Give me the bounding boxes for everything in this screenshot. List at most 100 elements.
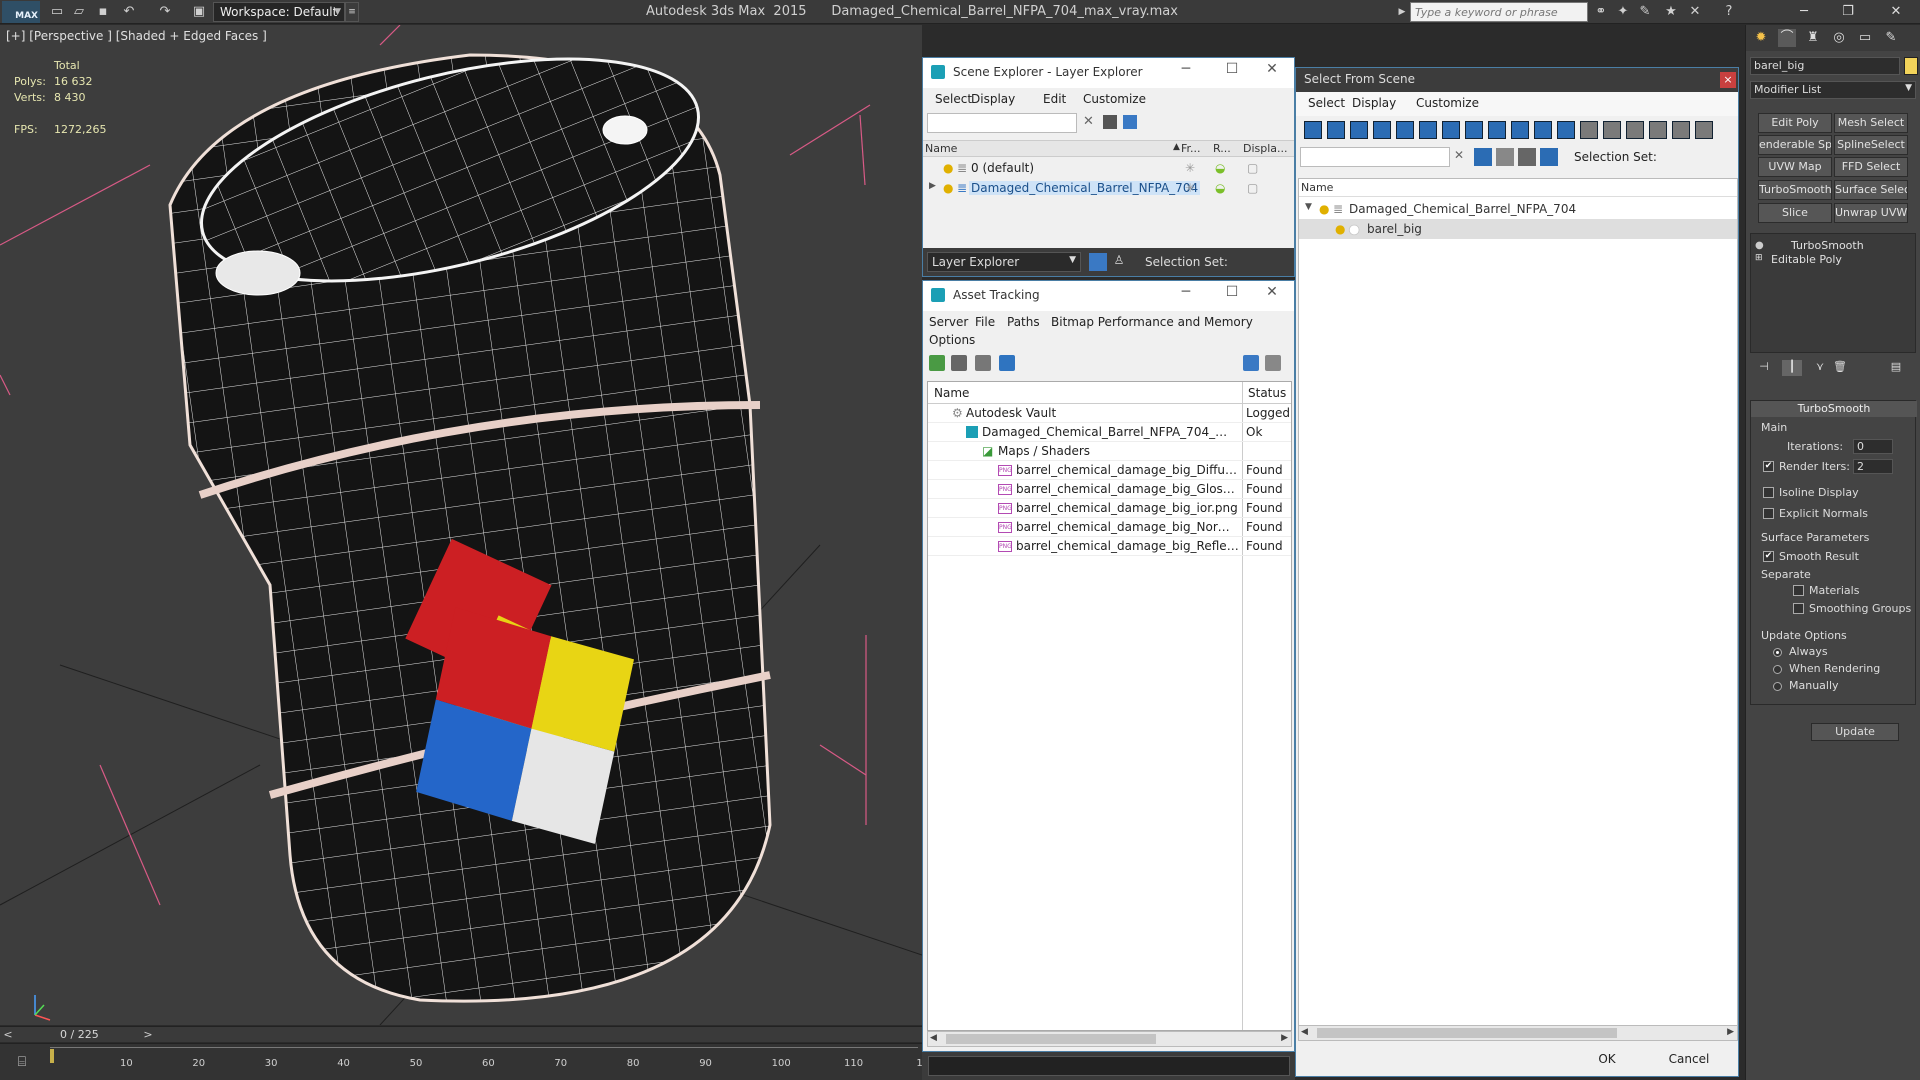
menu-file[interactable]: File — [975, 315, 995, 329]
communication-icon[interactable]: ✎ — [1636, 3, 1654, 21]
expand-box-icon[interactable]: ⊞ — [1755, 253, 1763, 263]
scrollbar-thumb[interactable] — [946, 1034, 1156, 1044]
close-icon[interactable]: × — [1720, 72, 1736, 88]
always-radio[interactable] — [1773, 648, 1782, 657]
track-bar[interactable]: ⌸ 10203040506070809010011012 — [0, 1043, 929, 1080]
edit-poly-button[interactable]: Edit Poly — [1758, 113, 1832, 133]
light-bulb-icon[interactable]: ● — [943, 181, 953, 195]
filter-geometry-icon[interactable] — [1304, 121, 1322, 139]
project-folder-icon[interactable]: ▣ — [190, 3, 208, 21]
perspective-viewport[interactable]: [+] [Perspective ] [Shaded + Edged Faces… — [0, 25, 922, 1025]
render-teapot-icon[interactable]: ◒ — [1215, 181, 1225, 195]
pin-stack-icon[interactable]: ⊣ — [1754, 360, 1774, 376]
menu-bitmap-performance[interactable]: Bitmap Performance and Memory — [1051, 315, 1253, 329]
smooth-result-checkbox[interactable]: ✔ — [1763, 551, 1774, 562]
materials-checkbox[interactable] — [1793, 585, 1804, 596]
settings-icon[interactable] — [1265, 355, 1281, 371]
scroll-left-icon[interactable]: ◀ — [930, 1033, 937, 1043]
maximize-window-icon[interactable]: ❐ — [1830, 2, 1866, 22]
time-cursor[interactable] — [50, 1049, 54, 1063]
clear-icon[interactable]: ✕ — [1454, 148, 1464, 162]
open-file-icon[interactable]: ▱ — [70, 3, 88, 21]
filter-sort-icon[interactable] — [1672, 121, 1690, 139]
scroll-right-icon[interactable]: ▶ — [1281, 1033, 1288, 1043]
table-row[interactable]: Damaged_Chemical_Barrel_NFPA_704_max_vr.… — [928, 423, 1291, 442]
workspace-menu-button[interactable]: ≡ — [345, 2, 359, 22]
light-bulb-icon[interactable]: ● — [1755, 240, 1764, 251]
minimize-icon[interactable]: ─ — [1173, 61, 1199, 77]
render-iters-checkbox[interactable]: ✔ — [1763, 461, 1774, 472]
filter-groups-icon[interactable] — [1442, 121, 1460, 139]
column-name[interactable]: Name — [925, 142, 957, 155]
filter-xrefs-icon[interactable] — [1465, 121, 1483, 139]
horizontal-scrollbar[interactable]: ◀ ▶ — [927, 1031, 1292, 1047]
renderable-spline-button[interactable]: enderable Splir — [1758, 135, 1832, 155]
hierarchy-icon[interactable]: ♙ — [1111, 253, 1127, 271]
clear-icon[interactable]: ✕ — [1083, 114, 1094, 129]
save-icon[interactable]: ▪ — [94, 3, 112, 21]
column-renderable[interactable]: R... — [1213, 142, 1231, 155]
mesh-select-button[interactable]: Mesh Select — [1834, 113, 1908, 133]
frame-counter[interactable]: 0 / 225 — [60, 1028, 99, 1041]
search-input[interactable]: Type a keyword or phrase — [1410, 2, 1588, 22]
configure-modifier-sets-icon[interactable]: ▤ — [1886, 360, 1906, 376]
search-expand-icon[interactable]: ▶ — [1393, 3, 1411, 21]
layer-row[interactable]: ▶ ● ≣ Damaged_Chemical_Barrel_NFPA_704 ✳… — [923, 178, 1294, 198]
table-row[interactable]: PNG barrel_chemical_damage_big_Diffuse.p… — [928, 461, 1291, 480]
light-bulb-icon[interactable]: ● — [1319, 202, 1329, 216]
display-tab-icon[interactable]: ▭ — [1856, 29, 1874, 47]
display-box-icon[interactable]: ▢ — [1247, 161, 1258, 175]
expand-arrow-icon[interactable]: ▶ — [929, 181, 936, 191]
light-bulb-icon[interactable]: ● — [1335, 222, 1345, 236]
stack-item-turbosmooth[interactable]: TurboSmooth — [1791, 239, 1864, 252]
menu-customize[interactable]: Customize — [1416, 96, 1479, 110]
utilities-tab-icon[interactable]: ✎ — [1882, 29, 1900, 47]
surface-select-button[interactable]: Surface Select — [1834, 180, 1908, 200]
filter-containers-icon[interactable] — [1511, 121, 1529, 139]
column-name[interactable]: Name — [934, 386, 969, 400]
help-icon[interactable]: ? — [1720, 3, 1738, 21]
layer-name[interactable]: Damaged_Chemical_Barrel_NFPA_704 — [1349, 202, 1576, 216]
filter-frozen-icon[interactable] — [1534, 121, 1552, 139]
smoothing-groups-checkbox[interactable] — [1793, 603, 1804, 614]
maximize-icon[interactable]: ☐ — [1219, 61, 1245, 77]
filter-invert-icon[interactable] — [1626, 121, 1644, 139]
table-row[interactable]: PNG barrel_chemical_damage_big_Reflectio… — [928, 537, 1291, 556]
scrollbar-thumb[interactable] — [1317, 1028, 1617, 1038]
filter-shapes-icon[interactable] — [1327, 121, 1345, 139]
stack-item-editable-poly[interactable]: Editable Poly — [1771, 253, 1842, 266]
object-name-field[interactable]: barel_big — [1750, 57, 1900, 75]
layer-tools-icon[interactable] — [1123, 115, 1137, 129]
when-rendering-radio[interactable] — [1773, 665, 1782, 674]
list-item[interactable]: ▼ ● ≣ Damaged_Chemical_Barrel_NFPA_704 — [1299, 199, 1737, 219]
column-display[interactable]: Displa... — [1243, 142, 1288, 155]
explicit-normals-checkbox[interactable] — [1763, 508, 1774, 519]
layers-icon[interactable] — [1496, 148, 1514, 166]
filter-icon[interactable] — [1103, 115, 1117, 129]
maximize-icon[interactable]: ☐ — [1219, 284, 1245, 300]
filter-bones-icon[interactable] — [1488, 121, 1506, 139]
hierarchy-tab-icon[interactable]: ♜ — [1804, 29, 1822, 47]
help-icon[interactable] — [1243, 355, 1259, 371]
thumbnail-view-icon[interactable] — [975, 355, 991, 371]
light-bulb-icon[interactable]: ● — [943, 161, 953, 175]
table-view-icon[interactable] — [999, 355, 1015, 371]
scroll-left-icon[interactable]: ◀ — [1301, 1027, 1308, 1037]
unwrap-uvw-button[interactable]: Unwrap UVW — [1834, 203, 1908, 223]
remove-modifier-icon[interactable]: 🗑 — [1830, 360, 1850, 376]
freeze-icon[interactable]: ✳ — [1185, 181, 1195, 195]
object-color-swatch[interactable] — [1904, 57, 1918, 75]
find-input[interactable] — [927, 113, 1077, 133]
show-end-result-icon[interactable]: ┃ — [1782, 360, 1802, 376]
list-item[interactable]: ● ● barel_big — [1299, 219, 1737, 239]
subscription-icon[interactable]: ✦ — [1614, 3, 1632, 21]
display-box-icon[interactable]: ▢ — [1247, 181, 1258, 195]
filter-icon[interactable] — [1474, 148, 1492, 166]
filter-display-none-icon[interactable] — [1603, 121, 1621, 139]
menu-options[interactable]: Options — [929, 333, 975, 347]
uvw-map-button[interactable]: UVW Map — [1758, 157, 1832, 177]
turbosmooth-button[interactable]: TurboSmooth — [1758, 180, 1832, 200]
time-slider[interactable]: < 0 / 225 > — [0, 1026, 922, 1042]
prev-frame-icon[interactable]: < — [0, 1027, 16, 1043]
update-button[interactable]: Update — [1811, 723, 1899, 741]
